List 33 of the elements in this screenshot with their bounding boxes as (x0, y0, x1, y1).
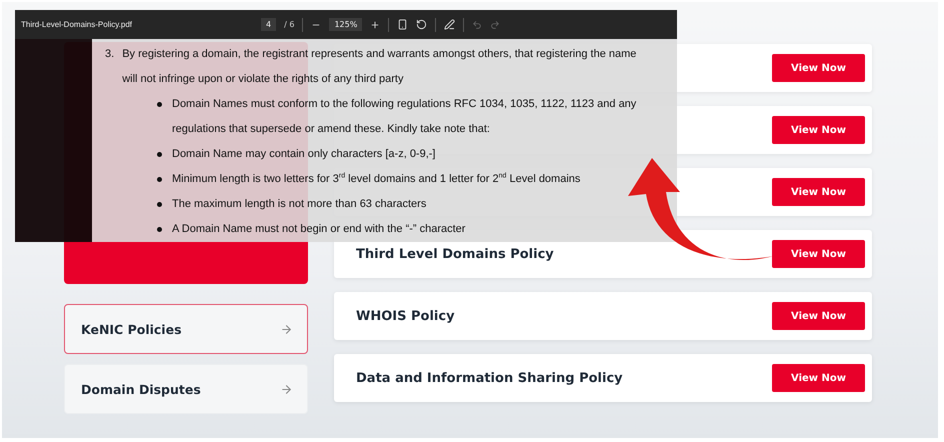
view-now-button[interactable]: View Now (772, 364, 865, 392)
sidebar-item[interactable]: KeNIC Policies (64, 304, 308, 354)
view-now-button[interactable]: View Now (772, 116, 865, 144)
sidebar-item[interactable]: Domain Disputes (64, 364, 308, 414)
bullet-text: The maximum length is not more than 63 characters (172, 197, 426, 212)
bullet-dot (157, 102, 162, 107)
view-now-button[interactable]: View Now (772, 54, 865, 82)
bullet-dot (157, 227, 162, 232)
page-number-field[interactable]: 4 (261, 18, 276, 31)
bullet-text: A Domain Name must not begin or end with the “-” character (172, 222, 466, 237)
view-now-button[interactable]: View Now (772, 178, 865, 206)
policy-title: Third Level Domains Policy (356, 246, 554, 262)
bullet-dot (157, 152, 162, 157)
zoom-in-icon[interactable] (370, 20, 380, 30)
policy-title: Data and Information Sharing Policy (356, 370, 623, 386)
bullet-text: Minimum length is two letters for 3$^{rd}$ level domains and 1 letter for 2$^{nd}$ Level domains (172, 171, 580, 187)
file-name: Third-Level-Domains-Policy.pdf (21, 20, 133, 29)
arrow-right-icon (280, 382, 293, 396)
bullet-dot (157, 177, 162, 182)
policy-title: WHOIS Policy (356, 308, 455, 324)
bullet-text: Domain Name may contain only characters [a-z, 0-9,-] (172, 147, 436, 162)
item-number: 3. (105, 47, 114, 62)
rotate-icon[interactable] (416, 19, 428, 30)
page-fit-icon[interactable] (397, 19, 408, 30)
bullet-text: Domain Names must conform to the following regulations RFC 1034, 1035, 1122, 1123 and any regulations that supersede or amend these. Kindly take note that: (172, 97, 637, 137)
arrow-right-icon (280, 322, 293, 336)
draw-icon[interactable] (444, 19, 456, 30)
paragraph: By registering a domain, the registrant represents and warrants amongst others, that registering the name will not infringe upon or violate the rights of any third party (122, 47, 637, 87)
zoom-field[interactable]: 125% (329, 18, 362, 31)
bullet-dot (157, 202, 162, 207)
page-total: / 6 (284, 20, 294, 29)
view-now-button[interactable]: View Now (772, 302, 865, 330)
view-now-button[interactable]: View Now (772, 240, 865, 268)
